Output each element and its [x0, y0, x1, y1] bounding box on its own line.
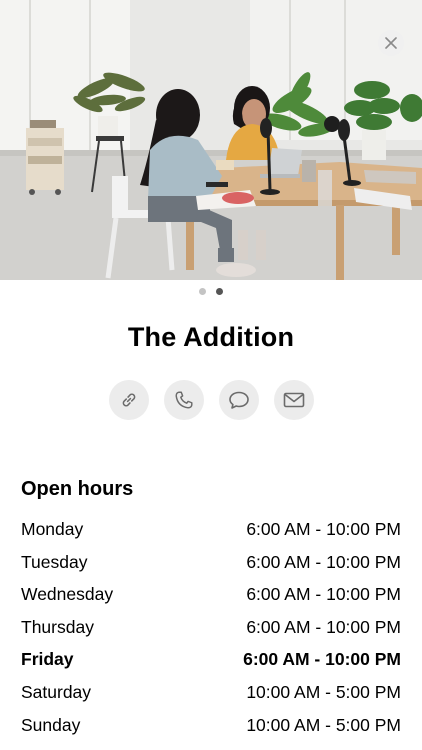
- action-bar: [0, 380, 422, 420]
- hours-row-tuesday: Tuesday 6:00 AM - 10:00 PM: [21, 546, 401, 579]
- day-label: Friday: [21, 649, 74, 670]
- close-button[interactable]: [378, 30, 404, 56]
- day-label: Wednesday: [21, 584, 114, 605]
- day-label: Sunday: [21, 714, 81, 735]
- phone-icon: [174, 391, 193, 409]
- hero-photo: [0, 0, 422, 280]
- message-icon: [228, 391, 249, 409]
- call-button[interactable]: [163, 380, 204, 420]
- day-label: Saturday: [21, 681, 92, 702]
- hours-row-saturday: Saturday 10:00 AM - 5:00 PM: [21, 676, 401, 709]
- day-hours: 6:00 AM - 10:00 PM: [246, 616, 401, 637]
- hours-row-monday: Monday 6:00 AM - 10:00 PM: [21, 513, 401, 546]
- place-name: The Addition: [127, 322, 295, 352]
- day-label: Tuesday: [21, 551, 88, 572]
- website-button[interactable]: [108, 380, 149, 420]
- day-label: Monday: [21, 519, 84, 539]
- day-hours: 6:00 AM - 10:00 PM: [246, 584, 401, 605]
- page-dot-1[interactable]: [199, 288, 206, 295]
- day-hours: 10:00 AM - 5:00 PM: [246, 714, 401, 735]
- page-dot-2[interactable]: [216, 288, 223, 295]
- hours-row-friday: Friday 6:00 AM - 10:00 PM: [21, 643, 401, 676]
- mail-icon: [283, 392, 304, 408]
- hours-row-thursday: Thursday 6:00 AM - 10:00 PM: [21, 611, 401, 644]
- day-hours: 6:00 AM - 10:00 PM: [246, 519, 401, 539]
- hours-row-wednesday: Wednesday 6:00 AM - 10:00 PM: [21, 578, 401, 611]
- open-hours-title: Open hours: [21, 478, 134, 500]
- open-hours-section: Open hours Monday 6:00 AM - 10:00 PM Tue…: [21, 474, 401, 741]
- hours-row-sunday: Sunday 10:00 AM - 5:00 PM: [21, 709, 401, 742]
- message-button[interactable]: [218, 380, 259, 420]
- day-hours: 10:00 AM - 5:00 PM: [246, 681, 401, 702]
- day-hours: 6:00 AM - 10:00 PM: [246, 551, 401, 572]
- close-icon: [385, 37, 397, 49]
- link-icon: [122, 393, 135, 407]
- day-label: Thursday: [21, 616, 94, 637]
- email-button[interactable]: [273, 380, 314, 420]
- day-hours: 6:00 AM - 10:00 PM: [243, 649, 401, 670]
- photo-carousel[interactable]: [0, 0, 422, 280]
- page-indicator[interactable]: [0, 288, 422, 295]
